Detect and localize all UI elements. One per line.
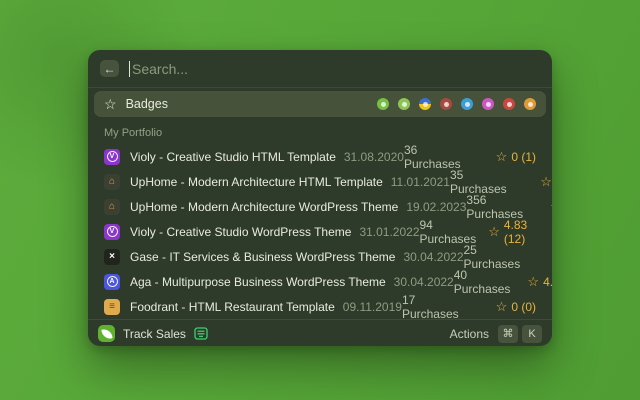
star-icon: ☆ [496, 300, 508, 313]
portfolio-item[interactable]: V Violy - Creative Studio HTML Template … [88, 144, 552, 169]
item-thumbnail: V [104, 149, 120, 165]
item-date: 19.02.2023 [406, 200, 466, 214]
item-title: Violy - Creative Studio HTML Template [130, 150, 336, 164]
item-title: UpHome - Modern Architecture WordPress T… [130, 200, 398, 214]
badge-icon [524, 98, 536, 110]
item-purchases: 356 Purchases [466, 193, 523, 221]
item-purchases: 25 Purchases [464, 243, 521, 271]
shortcut-keys: ⌘ K [498, 325, 542, 343]
item-rating: ☆5 (5) [532, 250, 552, 264]
footer: Track Sales Actions ⌘ K [88, 319, 552, 346]
back-arrow-icon: ← [104, 63, 116, 75]
item-date: 11.01.2021 [391, 175, 450, 189]
item-date: 31.08.2020 [344, 150, 404, 164]
item-rating-value: 0 (1) [511, 150, 536, 164]
portfolio-item[interactable]: A Aga - Multipurpose Business WordPress … [88, 269, 552, 294]
badge-icon [482, 98, 494, 110]
star-outline-icon: ☆ [104, 97, 117, 111]
badge-list [377, 98, 536, 110]
item-thumbnail: ⌂ [104, 199, 120, 215]
badges-label: Badges [126, 97, 168, 111]
item-title: Aga - Multipurpose Business WordPress Th… [130, 275, 386, 289]
portfolio-item[interactable]: V Violy - Creative Studio WordPress Them… [88, 219, 552, 244]
star-icon: ☆ [550, 200, 552, 213]
item-thumbnail: ≡ [104, 299, 120, 315]
item-rating: ☆ 4.75 (8) [522, 275, 552, 289]
item-date: 09.11.2019 [343, 300, 402, 314]
item-title: Violy - Creative Studio WordPress Theme [130, 225, 351, 239]
star-icon: ☆ [540, 175, 552, 188]
item-rating: ☆0 (0) [519, 175, 552, 189]
star-icon: ☆ [496, 150, 508, 163]
badge-icon [377, 98, 389, 110]
back-button[interactable]: ← [100, 60, 119, 77]
item-thumbnail: × [104, 249, 120, 265]
leaf-shape [101, 328, 112, 339]
portfolio-item[interactable]: ≡ Foodrant - HTML Restaurant Template 09… [88, 294, 552, 319]
item-rating: ☆0 (0) [474, 300, 536, 314]
portfolio-item[interactable]: ⌂ UpHome - Modern Architecture HTML Temp… [88, 169, 552, 194]
k-key[interactable]: K [522, 325, 542, 343]
badges-row-wrap: ☆ Badges [88, 88, 552, 119]
badge-icon [503, 98, 515, 110]
item-rating-value: 0 (0) [511, 300, 536, 314]
item-thumbnail-glyph: A [107, 276, 118, 287]
extension-label: Track Sales [123, 327, 186, 341]
item-rating: ☆ 4.83 (12) [488, 218, 550, 246]
item-thumbnail-glyph: ⌂ [109, 177, 115, 187]
item-rating: ☆0 (1) [474, 150, 536, 164]
badge-icon [440, 98, 452, 110]
badges-row[interactable]: ☆ Badges [94, 91, 546, 117]
command-palette-window: ← Search... ☆ Badges My Portfolio V Viol… [88, 50, 552, 346]
text-cursor [129, 61, 130, 77]
envato-leaf-icon [98, 325, 115, 342]
portfolio-item[interactable]: ⌂ UpHome - Modern Architecture WordPress… [88, 194, 552, 219]
item-purchases: 17 Purchases [402, 293, 462, 321]
actions-button[interactable]: Actions [450, 327, 489, 341]
badge-icon [419, 98, 431, 110]
portfolio-item[interactable]: × Gase - IT Services & Business WordPres… [88, 244, 552, 269]
item-title: Gase - IT Services & Business WordPress … [130, 250, 395, 264]
badge-icon [461, 98, 473, 110]
sales-terminal-icon [194, 327, 208, 340]
item-purchases: 35 Purchases [450, 168, 507, 196]
item-thumbnail: V [104, 224, 120, 240]
star-icon: ☆ [527, 275, 539, 288]
badge-icon [398, 98, 410, 110]
item-rating-value: 4.75 (8) [543, 275, 552, 289]
item-thumbnail: A [104, 274, 120, 290]
item-thumbnail-glyph: ≡ [109, 302, 115, 312]
item-rating-value: 4.83 (12) [504, 218, 550, 246]
item-thumbnail: ⌂ [104, 174, 120, 190]
item-date: 30.04.2022 [403, 250, 463, 264]
item-title: UpHome - Modern Architecture HTML Templa… [130, 175, 383, 189]
item-thumbnail-glyph: ⌂ [109, 202, 115, 212]
search-input[interactable]: Search... [132, 61, 188, 77]
item-thumbnail-glyph: V [107, 226, 118, 237]
item-purchases: 94 Purchases [420, 218, 477, 246]
item-date: 30.04.2022 [394, 275, 454, 289]
item-rating: ☆5 (17) [535, 200, 552, 214]
item-purchases: 40 Purchases [454, 268, 511, 296]
cmd-key[interactable]: ⌘ [498, 325, 518, 343]
item-thumbnail-glyph: × [109, 252, 115, 262]
section-title: My Portfolio [88, 119, 552, 144]
item-title: Foodrant - HTML Restaurant Template [130, 300, 335, 314]
item-thumbnail-glyph: V [107, 151, 118, 162]
star-icon: ☆ [488, 225, 500, 238]
search-bar: ← Search... [88, 50, 552, 88]
item-date: 31.01.2022 [359, 225, 419, 239]
item-purchases: 36 Purchases [404, 143, 462, 171]
